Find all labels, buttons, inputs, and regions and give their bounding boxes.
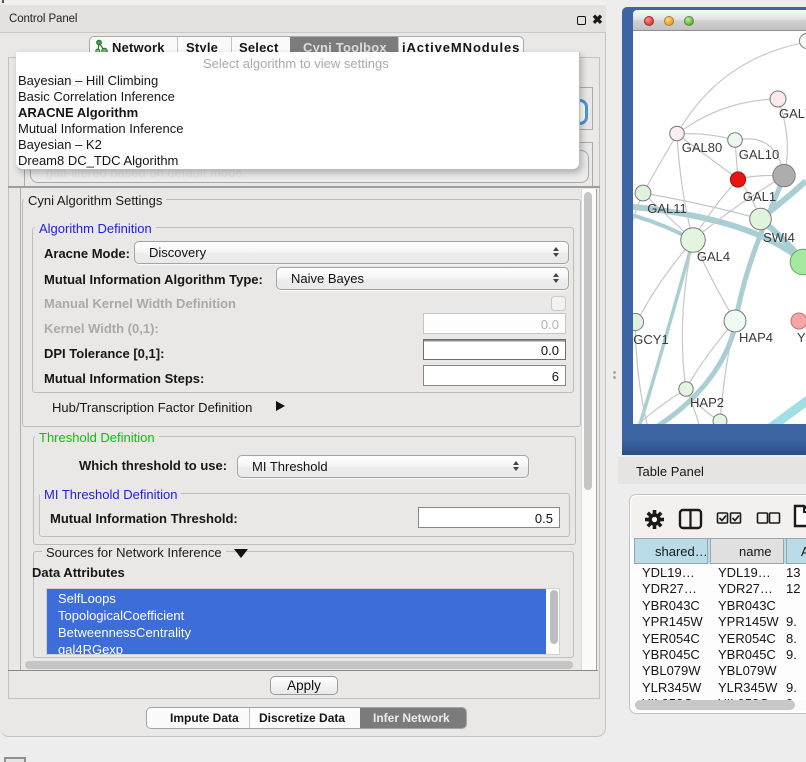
svg-text:GAL80: GAL80 [682,140,722,155]
svg-text:GAL1: GAL1 [743,189,776,204]
svg-text:GCY1: GCY1 [633,332,668,347]
svg-text:GAL11: GAL11 [647,201,687,216]
svg-text:HAP2: HAP2 [690,395,724,410]
svg-text:GAL4: GAL4 [697,249,730,264]
svg-text:YB: YB [797,330,806,345]
svg-text:GAL10: GAL10 [739,147,779,162]
svg-text:SWI4: SWI4 [763,230,795,245]
svg-text:GAL7: GAL7 [779,106,806,121]
svg-text:HAP4: HAP4 [739,330,773,345]
